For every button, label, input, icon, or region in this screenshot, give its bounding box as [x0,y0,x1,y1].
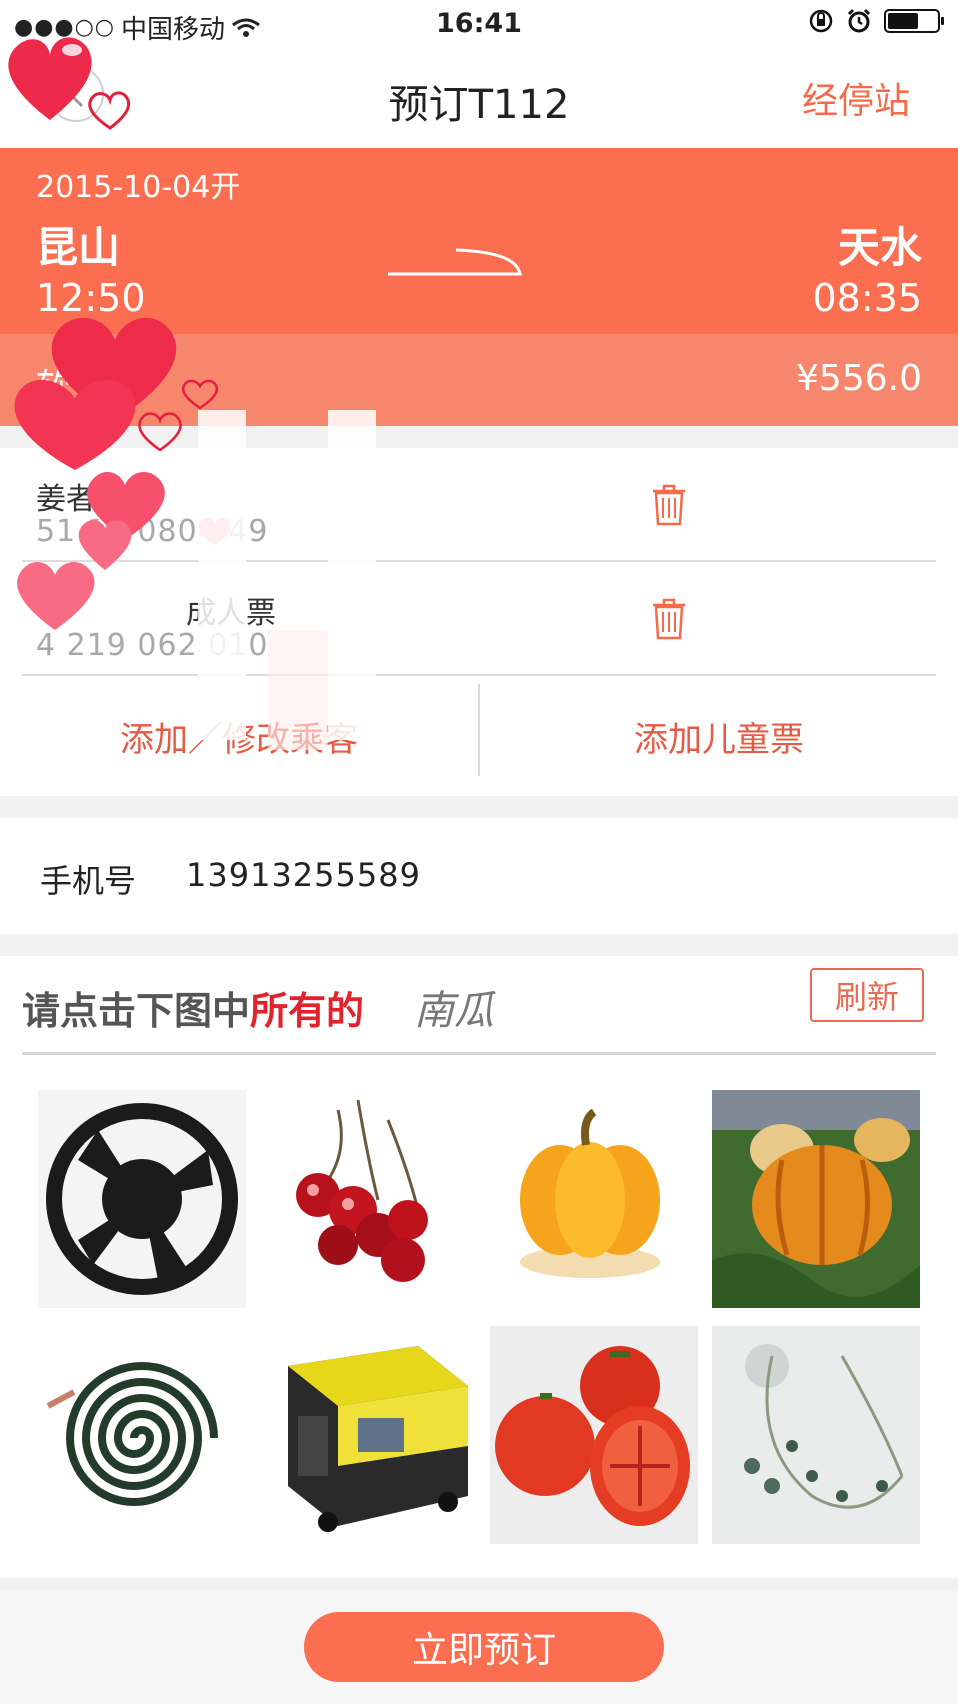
battery-icon [884,9,944,33]
captcha-prompt-text: 请点击下图中 [22,989,251,1033]
pumpkin-icon [490,1090,698,1308]
mosquito-coil-icon [38,1326,246,1544]
generator-icon [268,1326,476,1544]
captcha-section: 请点击下图中所有的 南瓜 刷新 [0,956,958,1578]
stops-link[interactable]: 经停站 [802,72,910,124]
trash-icon[interactable] [652,598,686,640]
tomatoes-icon [490,1326,698,1544]
phone-value[interactable]: 13913255589 [186,856,421,894]
refresh-button[interactable]: 刷新 [810,968,924,1022]
passenger-actions: 添加／修改乘客 添加儿童票 [0,676,958,796]
to-station: 天水 [837,223,922,272]
pumpkin-field-icon [712,1090,920,1308]
departure-date: 2015-10-04开 [36,170,241,205]
captcha-tile-mosquito-coil[interactable] [38,1326,246,1544]
passenger-row[interactable]: 姜者 51 19 0804 49 [22,448,936,562]
alarm-icon [847,8,871,33]
arrival-time: 08:35 [812,276,922,320]
nav-bar: 预订T112 经停站 [0,48,958,148]
phone-section[interactable]: 手机号 13913255589 [0,818,958,934]
cherries-icon [268,1090,476,1308]
phone-label: 手机号 [40,862,137,900]
divider [22,1052,936,1055]
add-modify-passenger-button[interactable]: 添加／修改乘客 [0,676,478,796]
passenger-row[interactable]: 成人票 4 219 062 010 [22,562,936,676]
captcha-tile-fan[interactable] [38,1090,246,1308]
add-child-ticket-button[interactable]: 添加儿童票 [480,676,958,796]
book-now-button[interactable]: 立即预订 [304,1612,664,1682]
captcha-tile-tomatoes[interactable] [490,1326,698,1544]
fan-icon [38,1090,246,1308]
passenger-id-number: 4 219 062 010 [36,628,269,663]
seat-row[interactable]: 软 ¥556.0 [0,334,958,426]
captcha-tile-generator[interactable] [268,1326,476,1544]
captcha-tile-cherries[interactable] [268,1090,476,1308]
passenger-id-number: 51 19 0804 49 [36,514,269,549]
ticket-type-label: 成人票 [186,596,276,631]
trip-arrow-icon [388,248,522,276]
captcha-tile-pumpkin[interactable] [490,1090,698,1308]
seat-type: 软 [36,367,73,408]
captcha-tile-pumpkin-field[interactable] [712,1090,920,1308]
seat-price: ¥556.0 [796,358,922,399]
passenger-list: 姜者 51 19 0804 49 成人票 4 219 062 010 添加／修改… [0,448,958,796]
captcha-tile-necklace[interactable] [712,1326,920,1544]
status-right [808,8,944,34]
captcha-prompt-highlight: 所有的 [250,989,365,1033]
departure-time: 12:50 [36,276,146,320]
captcha-target-word: 南瓜 [414,988,494,1034]
from-station: 昆山 [36,223,121,272]
captcha-prompt: 请点击下图中所有的 [22,980,364,1035]
necklace-icon [712,1326,920,1544]
captcha-grid [38,1090,922,1550]
bottom-bar: 立即预订 [0,1590,958,1704]
trash-icon[interactable] [652,484,686,526]
trip-card: 2015-10-04开 昆山 天水 12:50 08:35 [0,148,958,334]
rotation-lock-icon [809,9,833,33]
status-bar: ●●●○○ 中国移动 16:41 [0,0,958,48]
passenger-name: 姜者 [36,482,96,517]
